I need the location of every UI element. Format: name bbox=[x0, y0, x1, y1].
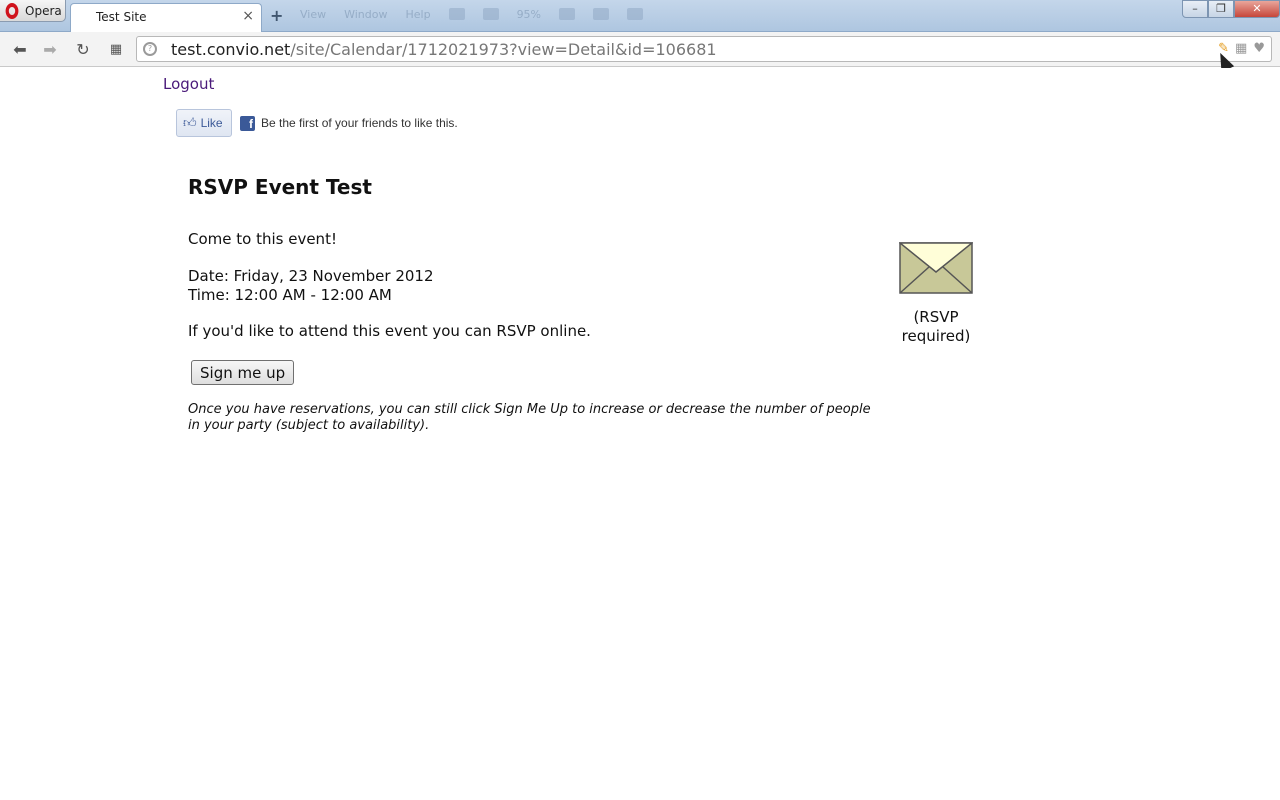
facebook-icon: f bbox=[240, 116, 255, 131]
opera-menu-button[interactable]: Opera bbox=[0, 0, 66, 22]
envelope-icon bbox=[899, 242, 973, 294]
rsvp-status-line1: (RSVP bbox=[913, 308, 959, 326]
heart-icon[interactable]: ♥ bbox=[1253, 41, 1265, 56]
thumbs-up-icon: 👍︎ bbox=[183, 115, 197, 130]
hidden-toolbar: View Window Help 95% bbox=[300, 8, 644, 21]
facebook-like-button[interactable]: 👍︎ Like bbox=[176, 109, 232, 137]
toolbar-zoom[interactable]: 95% bbox=[517, 8, 541, 21]
tab-close-icon[interactable]: × bbox=[242, 8, 254, 24]
tab-test-site[interactable]: Test Site × bbox=[70, 3, 262, 32]
new-tab-button[interactable]: + bbox=[270, 6, 283, 25]
opera-menu-label: Opera bbox=[25, 3, 62, 18]
toolbar-tools-icon[interactable] bbox=[627, 8, 644, 20]
toolbar-layout-icon[interactable] bbox=[482, 8, 499, 20]
event-date: Date: Friday, 23 November 2012 bbox=[188, 267, 434, 285]
event-description: Come to this event! bbox=[188, 230, 337, 248]
toolbar-search-icon[interactable] bbox=[593, 8, 610, 20]
opera-logo-icon bbox=[5, 2, 19, 19]
back-icon[interactable]: ⬅ bbox=[10, 40, 30, 59]
browser-titlebar: Opera Test Site × + View Window Help 95%… bbox=[0, 0, 1280, 32]
address-path: /site/Calendar/1712021973?view=Detail&id… bbox=[290, 40, 717, 59]
rsvp-prompt: If you'd like to attend this event you c… bbox=[188, 322, 591, 340]
logout-link[interactable]: Logout bbox=[163, 75, 214, 93]
toolbar-images-icon[interactable] bbox=[559, 8, 576, 20]
facebook-like-text: Be the first of your friends to like thi… bbox=[261, 116, 458, 130]
close-window-button[interactable]: ✕ bbox=[1234, 0, 1280, 18]
reservation-note: Once you have reservations, you can stil… bbox=[188, 402, 871, 433]
page-content: Logout 👍︎ Like f Be the first of your fr… bbox=[0, 68, 1280, 800]
like-label: Like bbox=[200, 116, 223, 130]
minimize-button[interactable]: – bbox=[1182, 0, 1208, 18]
address-text[interactable]: test.convio.net/site/Calendar/1712021973… bbox=[171, 40, 717, 59]
maximize-button[interactable]: ❐ bbox=[1208, 0, 1234, 18]
window-controls: – ❐ ✕ bbox=[1182, 0, 1280, 20]
site-info-icon[interactable]: ? bbox=[143, 42, 157, 56]
event-time: Time: 12:00 AM - 12:00 AM bbox=[188, 286, 392, 304]
address-bar[interactable]: ? test.convio.net/site/Calendar/17120219… bbox=[136, 36, 1272, 62]
rsvp-status-line2: required) bbox=[901, 327, 971, 345]
sign-me-up-button[interactable]: Sign me up bbox=[191, 360, 295, 385]
toolbar-view[interactable]: View bbox=[300, 8, 326, 21]
address-host: test.convio.net bbox=[171, 40, 291, 59]
toolbar-window[interactable]: Window bbox=[344, 8, 387, 21]
forward-icon[interactable]: ➡ bbox=[40, 40, 60, 59]
toolbar-help[interactable]: Help bbox=[405, 8, 430, 21]
browser-navbar: ⬅ ➡ ↻ ▦ ? test.convio.net/site/Calendar/… bbox=[0, 32, 1280, 67]
reload-icon[interactable]: ↻ bbox=[73, 40, 93, 59]
tab-title: Test Site bbox=[96, 10, 147, 24]
speed-dial-icon[interactable]: ▦ bbox=[106, 42, 126, 57]
rsvp-status: (RSVP required) bbox=[886, 308, 986, 346]
grid-icon[interactable]: ▦ bbox=[1235, 41, 1247, 56]
toolbar-panel-icon[interactable] bbox=[448, 8, 465, 20]
event-title: RSVP Event Test bbox=[188, 175, 372, 199]
